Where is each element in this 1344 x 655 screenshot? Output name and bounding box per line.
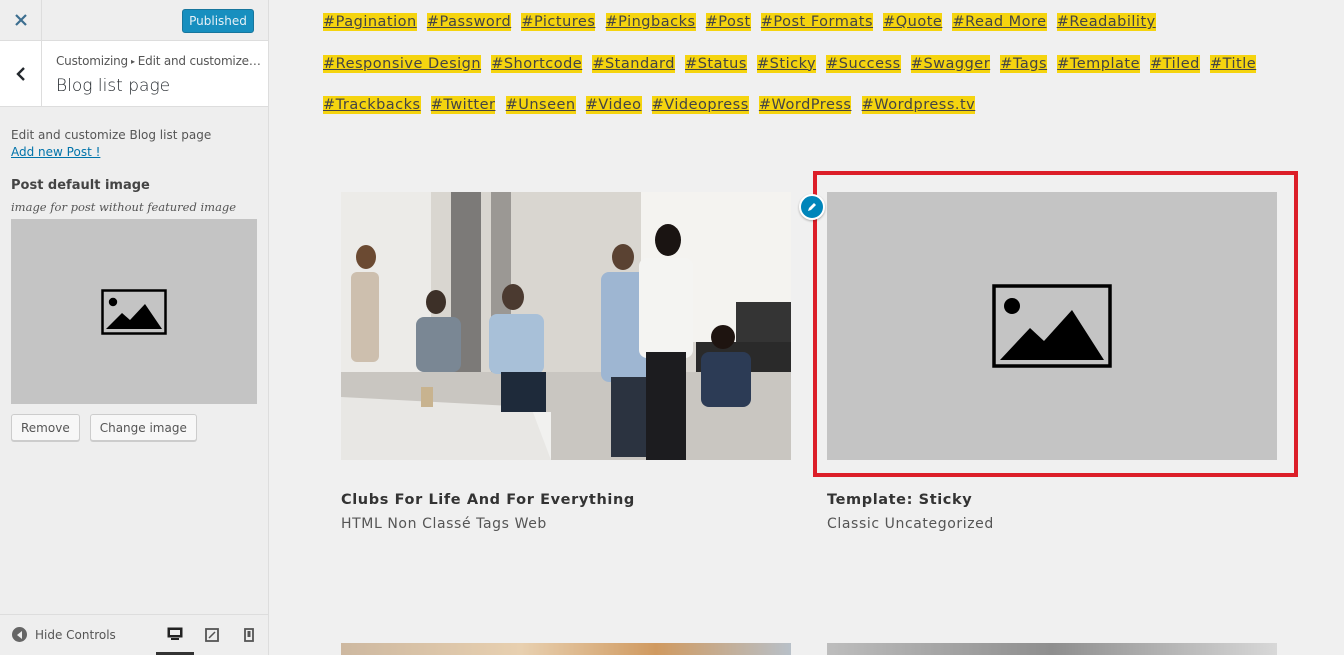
tag-link[interactable]: #Responsive Design — [323, 54, 482, 73]
section-title: Blog list page — [56, 76, 171, 96]
image-placeholder-icon — [101, 288, 167, 335]
sidebar-footer: Hide Controls — [0, 614, 268, 655]
breadcrumb: Customizing ▸ Edit and customize p... — [56, 54, 261, 68]
section-header: Customizing ▸ Edit and customize p... Blog… — [0, 41, 268, 107]
next-post-thumbnail[interactable] — [341, 643, 791, 655]
back-button[interactable] — [0, 41, 42, 106]
tag-link[interactable]: #Status — [685, 54, 747, 73]
site-preview: #Pagination #Password #Pictures #Pingbac… — [269, 0, 1344, 655]
tag-link[interactable]: #Success — [826, 54, 901, 73]
chevron-left-icon — [15, 66, 25, 81]
close-customizer-button[interactable] — [0, 0, 42, 40]
tag-link[interactable]: #Read More — [952, 13, 1047, 31]
change-image-button[interactable]: Change image — [89, 414, 197, 441]
post-card: Template: Sticky Classic Uncategorized — [827, 192, 1277, 532]
breadcrumb-section: Edit and customize p... — [137, 54, 261, 68]
next-post-thumbnail[interactable] — [827, 643, 1277, 655]
tag-link[interactable]: #Trackbacks — [323, 96, 421, 114]
section-description: Edit and customize Blog list page — [11, 128, 212, 142]
post-thumbnail-photo[interactable] — [341, 192, 791, 460]
mobile-icon — [244, 628, 254, 642]
tablet-icon — [205, 628, 219, 642]
edit-shortcut-button[interactable] — [799, 194, 825, 220]
tag-link[interactable]: #Pagination — [323, 13, 417, 31]
tag-link[interactable]: #Readability — [1056, 13, 1156, 31]
tag-link[interactable]: #Sticky — [757, 54, 817, 73]
tag-link[interactable]: #Videopress — [651, 96, 749, 114]
default-image-preview[interactable] — [11, 219, 257, 404]
post-category-link[interactable]: Tags — [476, 516, 509, 532]
sidebar-header: Published — [0, 0, 268, 41]
pencil-icon — [808, 203, 816, 211]
tag-link[interactable]: #Password — [426, 13, 512, 31]
preview-mobile-button[interactable] — [230, 615, 268, 655]
tag-link[interactable]: #Standard — [592, 54, 675, 73]
collapse-icon — [12, 627, 27, 642]
post-category-link[interactable]: Uncategorized — [885, 516, 994, 532]
post-card: Clubs For Life And For Everything HTML No… — [341, 192, 791, 532]
tag-link[interactable]: #Video — [585, 96, 642, 114]
tag-link[interactable]: #Tags — [1000, 54, 1048, 73]
tag-link[interactable]: #Unseen — [505, 96, 576, 114]
tag-link[interactable]: #Tiled — [1150, 54, 1200, 73]
post-category-link[interactable]: Web — [515, 516, 547, 532]
tag-link[interactable]: #Title — [1209, 54, 1257, 73]
tag-link[interactable]: #Shortcode — [491, 54, 583, 73]
preview-desktop-button[interactable] — [156, 615, 194, 655]
post-title[interactable]: Template: Sticky — [827, 492, 972, 508]
desktop-icon — [167, 627, 183, 640]
tag-link[interactable]: #Swagger — [910, 54, 991, 73]
tag-link[interactable]: #Quote — [883, 13, 943, 31]
add-new-post-link[interactable]: Add new Post ! — [11, 145, 261, 159]
hide-controls-button[interactable]: Hide Controls — [12, 627, 116, 642]
remove-image-button[interactable]: Remove — [11, 414, 80, 441]
post-title[interactable]: Clubs For Life And For Everything — [341, 492, 635, 508]
post-category-link[interactable]: HTML — [341, 516, 382, 532]
tag-link[interactable]: #WordPress — [758, 96, 852, 114]
post-category-link[interactable]: Non Classé — [387, 516, 471, 532]
tag-cloud: #Pagination #Password #Pictures #Pingbac… — [323, 2, 1313, 127]
preview-tablet-button[interactable] — [193, 615, 231, 655]
post-categories: Classic Uncategorized — [827, 516, 999, 532]
breadcrumb-separator-icon: ▸ — [130, 57, 135, 66]
hide-controls-label: Hide Controls — [35, 627, 116, 642]
section-content: Edit and customize Blog list page Add ne… — [11, 128, 261, 441]
post-categories: HTML Non Classé Tags Web — [341, 516, 552, 532]
image-actions: Remove Change image — [11, 414, 197, 441]
tag-link[interactable]: #Post — [705, 13, 751, 31]
post-thumbnail-placeholder[interactable] — [827, 192, 1277, 460]
image-placeholder-icon — [992, 284, 1112, 368]
control-label: Post default image — [11, 178, 150, 193]
tag-link[interactable]: #Post Formats — [760, 13, 873, 31]
tag-link[interactable]: #Pingbacks — [605, 13, 696, 31]
tag-link[interactable]: #Template — [1057, 54, 1140, 73]
tag-link[interactable]: #Wordpress.tv — [861, 96, 976, 114]
breadcrumb-root: Customizing — [56, 54, 128, 68]
control-description: image for post without featured image — [11, 200, 237, 214]
tag-link[interactable]: #Pictures — [521, 13, 596, 31]
close-icon — [14, 14, 27, 26]
tag-link[interactable]: #Twitter — [430, 96, 496, 114]
customizer-sidebar: Published Customizing ▸ Edit and customize… — [0, 0, 269, 655]
publish-button[interactable]: Published — [182, 9, 254, 33]
post-category-link[interactable]: Classic — [827, 516, 880, 532]
